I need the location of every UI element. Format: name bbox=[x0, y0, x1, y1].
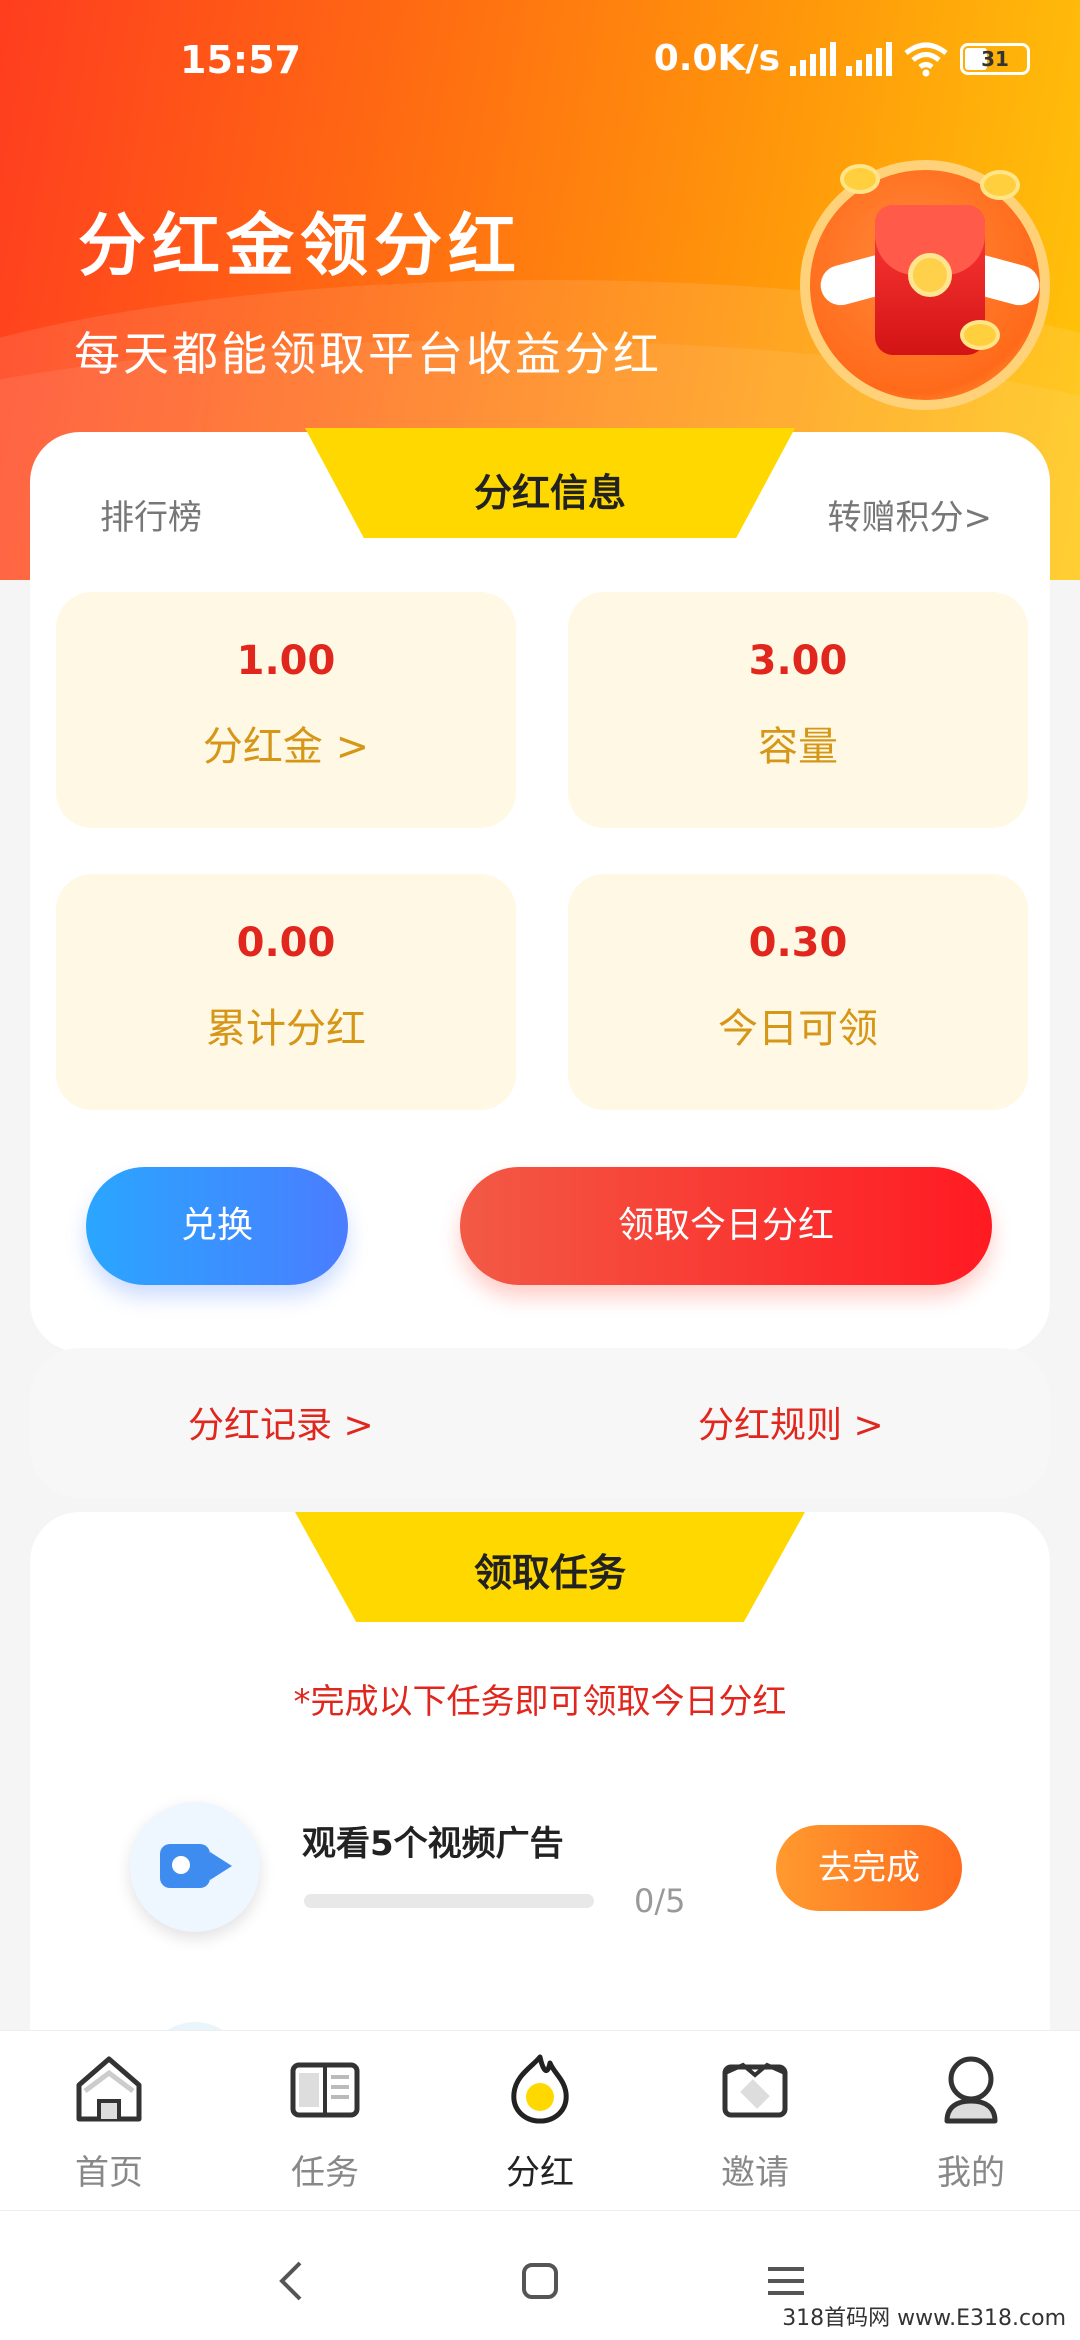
nav-home[interactable]: 首页 bbox=[34, 2051, 184, 2194]
status-time: 15:57 bbox=[180, 38, 301, 82]
stat-label: 累计分红 bbox=[206, 1006, 366, 1052]
nav-label: 邀请 bbox=[721, 2153, 789, 2193]
tab-leaderboard[interactable]: 排行榜 bbox=[100, 490, 202, 539]
nav-label: 首页 bbox=[75, 2153, 143, 2193]
wifi-icon bbox=[904, 42, 948, 76]
system-nav-bar: 318首码网 www.E318.com bbox=[0, 2210, 1080, 2340]
nav-label: 分红 bbox=[506, 2153, 574, 2193]
gold-coin-icon bbox=[840, 164, 880, 194]
envelope-icon bbox=[722, 2062, 788, 2118]
task-section-title: 领取任务 bbox=[473, 1551, 626, 1595]
stat-value: 0.30 bbox=[748, 920, 848, 966]
red-packet-illustration bbox=[800, 160, 1050, 410]
signal-icon bbox=[846, 41, 892, 76]
signal-icon bbox=[790, 41, 836, 76]
stat-value: 1.00 bbox=[236, 638, 336, 684]
watermark: 318首码网 www.E318.com bbox=[776, 2298, 1072, 2334]
nav-label: 任务 bbox=[291, 2153, 359, 2193]
network-speed: 0.0K/s bbox=[653, 38, 780, 79]
gold-coin-icon bbox=[980, 170, 1020, 200]
home-icon bbox=[76, 2056, 142, 2122]
nav-label: 我的 bbox=[937, 2153, 1005, 2193]
nav-tasks[interactable]: 任务 bbox=[250, 2051, 400, 2194]
task-title: 观看5个视频广告 bbox=[302, 1824, 564, 1864]
stat-label: 容量 bbox=[758, 724, 838, 770]
dividend-info-card: 排行榜 分红信息 转赠积分> 1.00 分红金 > 3.00 容量 0.00 累… bbox=[30, 428, 1050, 1352]
nav-dividend[interactable]: 分红 bbox=[465, 2051, 615, 2194]
stat-dividend-gold[interactable]: 1.00 分红金 > bbox=[56, 592, 516, 828]
dividend-history-link[interactable]: 分红记录 > bbox=[188, 1396, 374, 1448]
nav-invite[interactable]: 邀请 bbox=[680, 2051, 830, 2194]
exchange-button[interactable]: 兑换 bbox=[86, 1167, 348, 1285]
tab-dividend-info[interactable]: 分红信息 bbox=[305, 462, 795, 517]
person-icon bbox=[944, 2056, 998, 2124]
task-count: 0/5 bbox=[634, 1882, 686, 1920]
stat-value: 3.00 bbox=[748, 638, 848, 684]
status-bar: 15:57 0.0K/s 31 bbox=[0, 0, 1080, 120]
battery-icon: 31 bbox=[960, 42, 1030, 75]
coin-icon bbox=[908, 253, 952, 297]
task-note: *完成以下任务即可领取今日分红 bbox=[293, 1682, 787, 1722]
task-card: 领取任务 *完成以下任务即可领取今日分红 观看5个视频广告 0/5 去完成 bbox=[30, 1512, 1050, 2122]
go-complete-button[interactable]: 去完成 bbox=[776, 1825, 962, 1911]
back-icon[interactable] bbox=[262, 2251, 322, 2311]
stat-today-claimable: 0.30 今日可领 bbox=[568, 874, 1028, 1110]
book-icon bbox=[290, 2062, 360, 2118]
stat-total-dividend: 0.00 累计分红 bbox=[56, 874, 516, 1110]
gold-coin-icon bbox=[960, 320, 1000, 350]
claim-today-button[interactable]: 领取今日分红 bbox=[460, 1167, 992, 1285]
page-title: 分红金领分红 bbox=[78, 207, 523, 286]
dividend-rules-link[interactable]: 分红规则 > bbox=[698, 1396, 884, 1448]
stat-capacity: 3.00 容量 bbox=[568, 592, 1028, 828]
stat-label: 分红金 > bbox=[202, 724, 370, 770]
home-button-icon[interactable] bbox=[510, 2251, 570, 2311]
status-indicators: 0.0K/s 31 bbox=[654, 38, 1030, 79]
flame-coin-icon bbox=[511, 2054, 569, 2124]
video-camera-icon bbox=[130, 1802, 260, 1932]
stat-label: 今日可领 bbox=[718, 1006, 878, 1052]
task-progress-bar bbox=[304, 1894, 594, 1908]
bottom-nav: 首页 任务 分红 邀请 我的 bbox=[0, 2030, 1080, 2210]
stat-value: 0.00 bbox=[236, 920, 336, 966]
records-bar: 分红记录 > 分红规则 > bbox=[30, 1348, 1050, 1498]
transfer-points-link[interactable]: 转赠积分> bbox=[828, 490, 993, 539]
page-subtitle: 每天都能领取平台收益分红 bbox=[74, 327, 662, 381]
battery-level: 31 bbox=[981, 46, 1009, 71]
nav-profile[interactable]: 我的 bbox=[896, 2051, 1046, 2194]
